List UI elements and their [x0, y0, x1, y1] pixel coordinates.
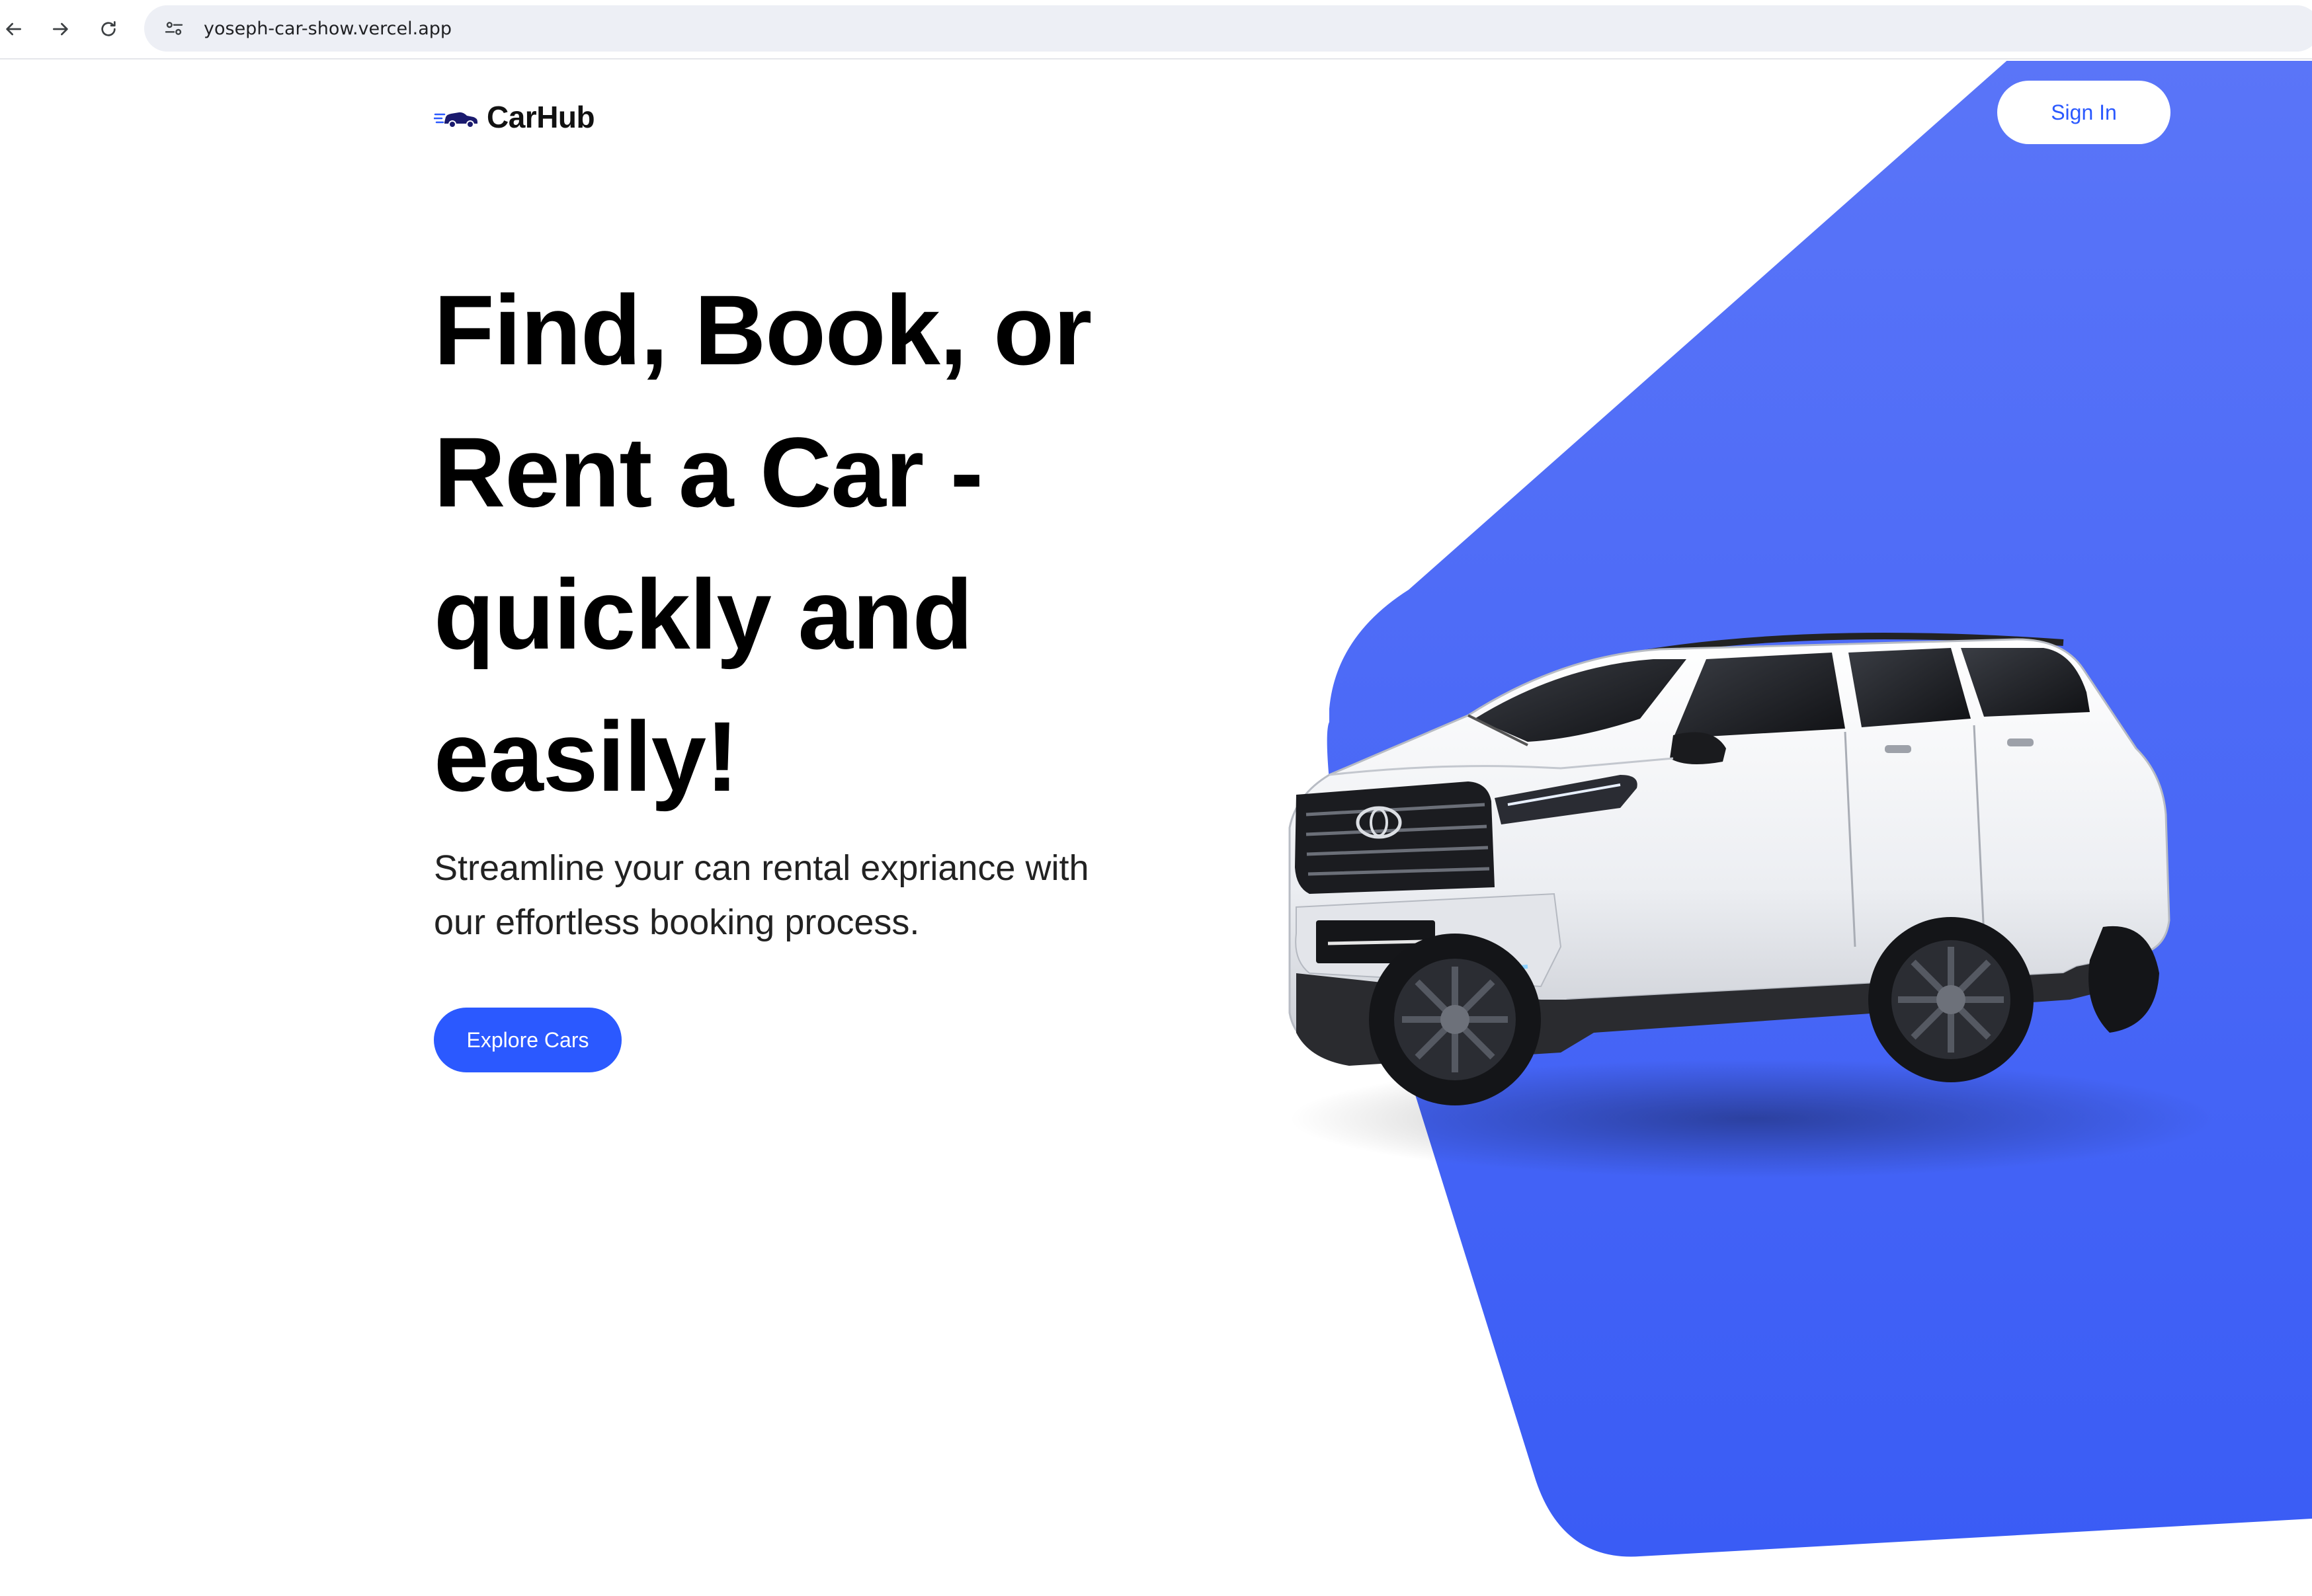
hero-subtitle-line: our effortless booking process.	[434, 902, 920, 942]
hero-title-line: easily!	[434, 701, 739, 812]
hero-title-line: Find, Book, or	[434, 274, 1092, 385]
hero-title: Find, Book, or Rent a Car - quickly and …	[434, 259, 1161, 828]
page-content: CarHub Sign In Find, Book, or Rent a Car…	[0, 61, 2312, 1596]
forward-arrow-icon[interactable]	[44, 12, 78, 46]
site-settings-icon[interactable]	[157, 12, 190, 45]
explore-cars-button[interactable]: Explore Cars	[434, 1008, 622, 1072]
hero-title-line: quickly and	[434, 559, 973, 670]
url-text[interactable]: yoseph-car-show.vercel.app	[204, 19, 452, 39]
reload-icon[interactable]	[91, 12, 126, 46]
back-arrow-icon[interactable]	[0, 12, 30, 46]
hero-title-line: Rent a Car -	[434, 417, 983, 528]
car-icon	[434, 112, 477, 128]
hero-subtitle-line: Streamline your can rental expriance wit…	[434, 848, 1089, 888]
logo-text: CarHub	[487, 100, 595, 134]
white-suv-image	[1288, 633, 2215, 1178]
hero-subtitle: Streamline your can rental expriance wit…	[434, 841, 1161, 949]
address-bar[interactable]: yoseph-car-show.vercel.app	[144, 5, 2312, 52]
sign-in-button[interactable]: Sign In	[1997, 81, 2170, 144]
browser-toolbar: yoseph-car-show.vercel.app	[0, 0, 2312, 60]
carhub-logo[interactable]: CarHub	[434, 94, 595, 140]
